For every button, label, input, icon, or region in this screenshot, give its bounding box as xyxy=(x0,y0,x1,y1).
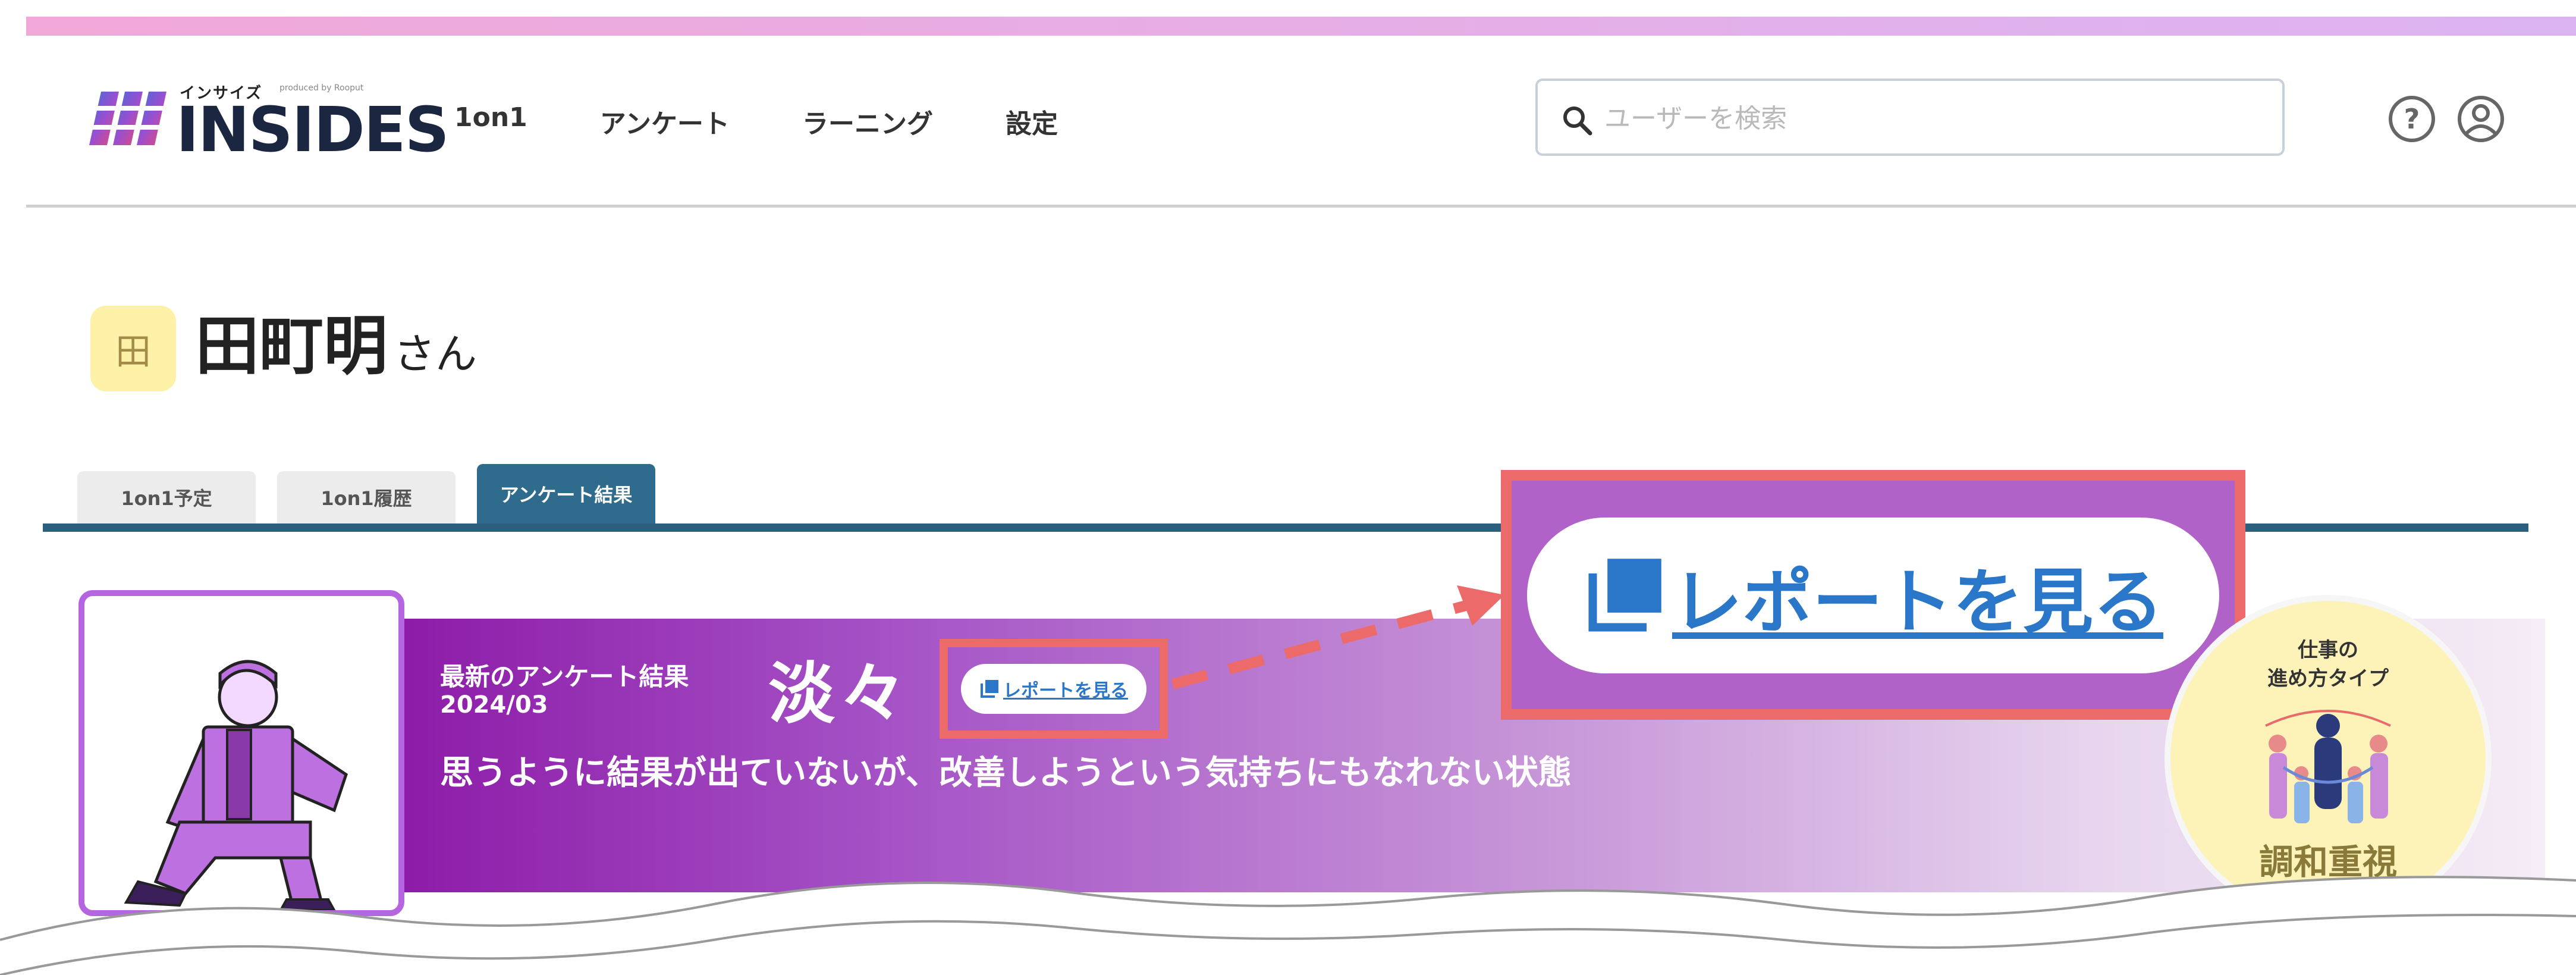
user-account-icon[interactable] xyxy=(2456,94,2506,144)
view-report-button-enlarged[interactable]: レポートを見る xyxy=(1527,518,2219,673)
result-value: 淡々 xyxy=(768,656,911,733)
view-report-button[interactable]: レポートを見る xyxy=(961,664,1146,714)
tab-survey-results[interactable]: アンケート結果 xyxy=(477,464,655,523)
work-type-title: 仕事の 進め方タイプ xyxy=(2267,638,2389,691)
user-name: 田町明 xyxy=(195,309,388,384)
torn-edge-divider xyxy=(0,876,2576,975)
logo-mark-icon xyxy=(83,92,167,145)
app-header: インサイズ produced by Rooput INSIDES 1on1 アン… xyxy=(26,36,2576,208)
avatar: 田 xyxy=(90,306,176,391)
nav-item-learning[interactable]: ラーニング xyxy=(802,102,933,140)
main-nav: 1on1 アンケート ラーニング 設定 xyxy=(454,102,1058,140)
nav-item-survey[interactable]: アンケート xyxy=(600,102,730,140)
search-icon xyxy=(1563,106,1592,136)
report-highlight-box: レポートを見る xyxy=(940,639,1168,739)
top-accent-bar xyxy=(26,17,2576,36)
result-label: 最新のアンケート結果 xyxy=(440,662,689,691)
tab-1on1-schedule[interactable]: 1on1予定 xyxy=(77,471,256,523)
svg-text:?: ? xyxy=(2404,103,2420,135)
search-box[interactable] xyxy=(1535,79,2285,156)
view-report-label-enlarged: レポートを見る xyxy=(1672,560,2163,643)
logo-subtitle: produced by Rooput xyxy=(279,83,364,93)
sitting-person-illustration xyxy=(124,660,348,910)
nav-item-1on1[interactable]: 1on1 xyxy=(454,102,527,140)
app-logo[interactable]: インサイズ produced by Rooput INSIDES xyxy=(83,81,450,182)
search-input[interactable] xyxy=(1603,94,2260,143)
result-illustration xyxy=(78,590,404,916)
open-report-icon xyxy=(1588,559,1661,632)
result-description: 思うように結果が出ていないが、改善しようという気持ちにもなれない状態 xyxy=(440,754,1572,792)
help-icon[interactable]: ? xyxy=(2387,94,2437,144)
view-report-label: レポートを見る xyxy=(1003,681,1128,701)
tab-1on1-history[interactable]: 1on1履歴 xyxy=(277,471,455,523)
open-report-icon xyxy=(981,680,998,698)
logo-text: INSIDES xyxy=(176,93,450,166)
user-name-suffix: さん xyxy=(394,330,477,378)
report-callout: レポートを見る xyxy=(1501,470,2245,720)
page-title: 田町明 さん xyxy=(195,309,477,384)
result-date: 2024/03 xyxy=(440,691,548,719)
group-people-illustration xyxy=(2265,710,2391,823)
nav-item-settings[interactable]: 設定 xyxy=(1006,102,1058,140)
